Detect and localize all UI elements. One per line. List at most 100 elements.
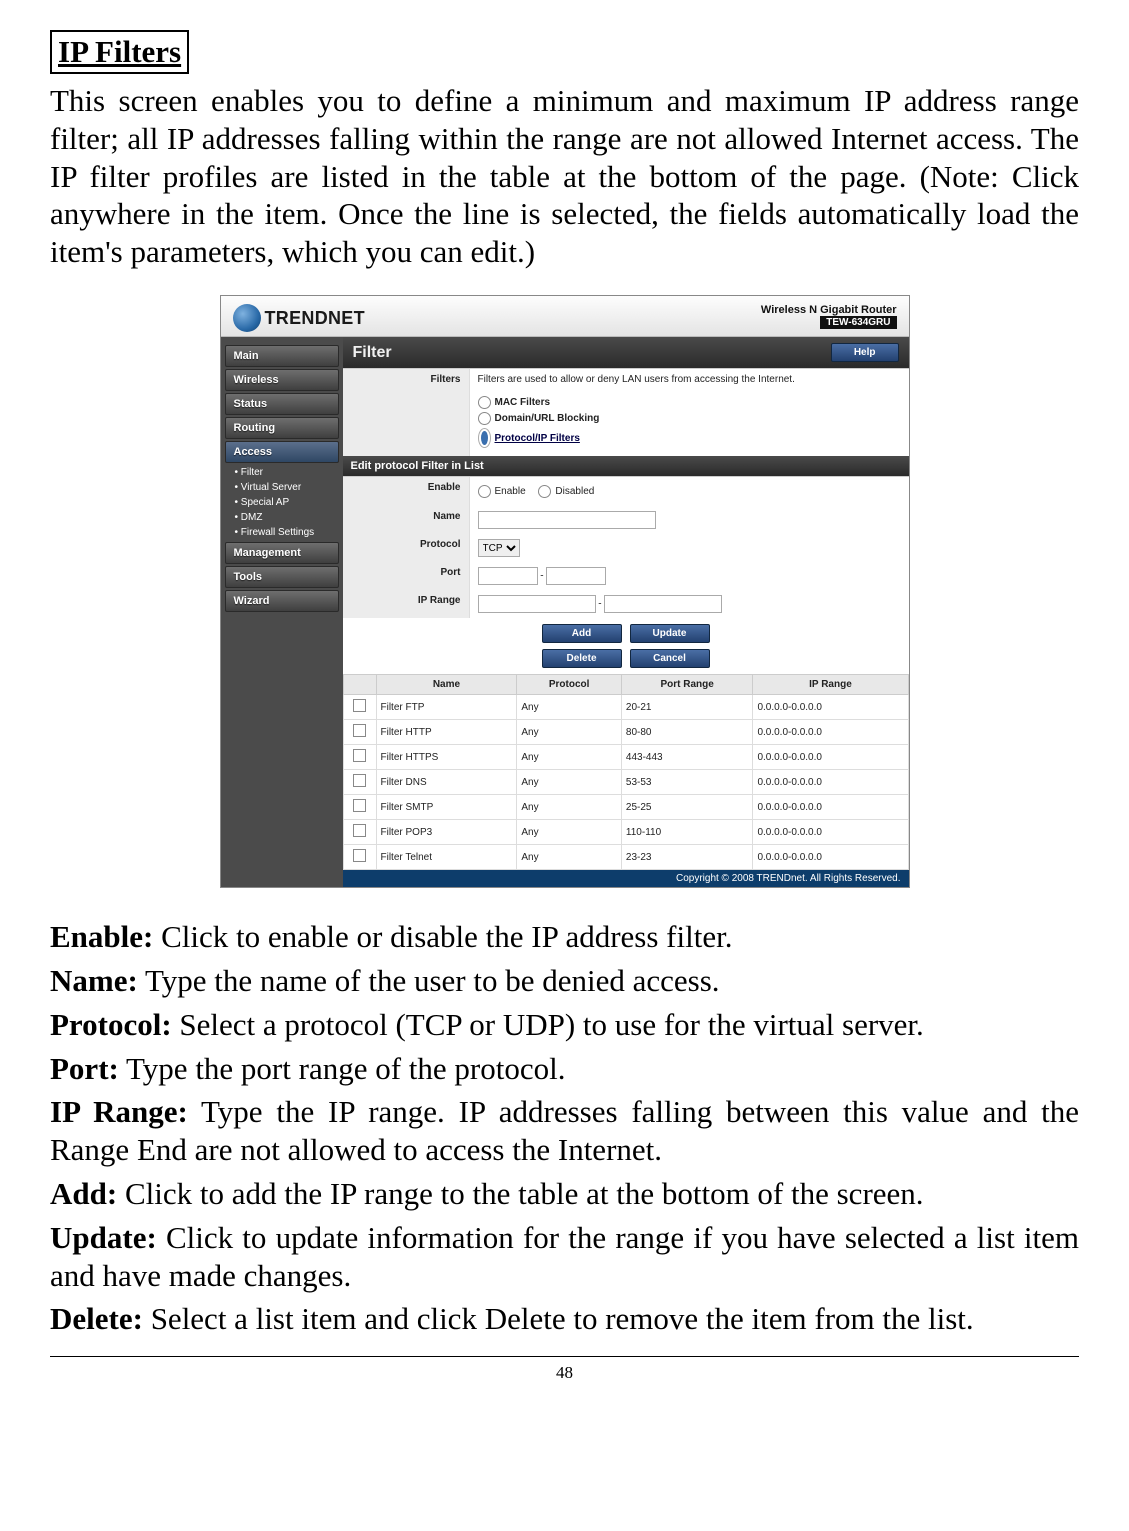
sidebar-sub-virtual-server[interactable]: Virtual Server	[221, 480, 343, 495]
def-update-label: Update:	[50, 1220, 157, 1255]
table-row[interactable]: Filter DNSAny53-530.0.0.0-0.0.0.0	[343, 770, 908, 795]
cell-protocol: Any	[517, 695, 622, 720]
port-separator: -	[540, 571, 543, 582]
row-checkbox[interactable]	[353, 724, 366, 737]
radio-icon	[478, 428, 491, 448]
iprange-end-input[interactable]	[604, 595, 722, 613]
cell-protocol: Any	[517, 720, 622, 745]
radio-protocol-ip[interactable]: Protocol/IP Filters	[478, 428, 901, 448]
port-start-input[interactable]	[478, 567, 538, 585]
def-enable-label: Enable:	[50, 919, 153, 954]
sidebar-sub-firewall[interactable]: Firewall Settings	[221, 525, 343, 540]
cell-port: 25-25	[621, 795, 753, 820]
radio-mac-label: MAC Filters	[495, 397, 551, 408]
sidebar-item-wizard[interactable]: Wizard	[225, 590, 339, 612]
def-name-text: Type the name of the user to be denied a…	[138, 963, 720, 998]
add-button[interactable]: Add	[542, 624, 622, 643]
cell-port: 53-53	[621, 770, 753, 795]
sidebar-item-main[interactable]: Main	[225, 345, 339, 367]
enable-label: Enable	[343, 477, 470, 506]
sidebar-sub-dmz[interactable]: DMZ	[221, 510, 343, 525]
cell-protocol: Any	[517, 770, 622, 795]
name-input[interactable]	[478, 511, 656, 529]
cell-port: 443-443	[621, 745, 753, 770]
footer-rule	[50, 1356, 1079, 1357]
th-port-range: Port Range	[621, 675, 753, 695]
sidebar-item-tools[interactable]: Tools	[225, 566, 339, 588]
cell-ip: 0.0.0.0-0.0.0.0	[753, 795, 908, 820]
table-row[interactable]: Filter SMTPAny25-250.0.0.0-0.0.0.0	[343, 795, 908, 820]
cell-ip: 0.0.0.0-0.0.0.0	[753, 695, 908, 720]
iprange-start-input[interactable]	[478, 595, 596, 613]
table-row[interactable]: Filter HTTPAny80-800.0.0.0-0.0.0.0	[343, 720, 908, 745]
def-name-label: Name:	[50, 963, 138, 998]
cell-name: Filter POP3	[376, 820, 517, 845]
row-checkbox[interactable]	[353, 749, 366, 762]
table-row[interactable]: Filter HTTPSAny443-4430.0.0.0-0.0.0.0	[343, 745, 908, 770]
name-label: Name	[343, 506, 470, 534]
brand-text: TRENDNET	[265, 308, 365, 329]
radio-icon	[538, 485, 551, 498]
row-checkbox[interactable]	[353, 799, 366, 812]
row-checkbox[interactable]	[353, 774, 366, 787]
cell-port: 20-21	[621, 695, 753, 720]
def-port-label: Port:	[50, 1051, 119, 1086]
th-ip-range: IP Range	[753, 675, 908, 695]
cell-protocol: Any	[517, 745, 622, 770]
delete-button[interactable]: Delete	[542, 649, 622, 668]
table-row[interactable]: Filter POP3Any110-1100.0.0.0-0.0.0.0	[343, 820, 908, 845]
model-number: TEW-634GRU	[820, 316, 896, 329]
def-enable-text: Click to enable or disable the IP addres…	[153, 919, 732, 954]
row-checkbox[interactable]	[353, 849, 366, 862]
model-info: Wireless N Gigabit Router TEW-634GRU	[761, 304, 897, 329]
radio-url-label: Domain/URL Blocking	[495, 413, 600, 424]
cell-port: 110-110	[621, 820, 753, 845]
radio-enable[interactable]: Enable	[478, 485, 526, 498]
cell-ip: 0.0.0.0-0.0.0.0	[753, 720, 908, 745]
th-name: Name	[376, 675, 517, 695]
protocol-select[interactable]: TCP	[478, 539, 520, 557]
section-heading: IP Filters	[50, 30, 189, 74]
port-end-input[interactable]	[546, 567, 606, 585]
filters-description: Filters are used to allow or deny LAN us…	[478, 374, 901, 385]
iprange-separator: -	[598, 599, 601, 610]
cancel-button[interactable]: Cancel	[630, 649, 710, 668]
radio-url-blocking[interactable]: Domain/URL Blocking	[478, 412, 901, 425]
cell-ip: 0.0.0.0-0.0.0.0	[753, 745, 908, 770]
page-title: Filter	[353, 344, 392, 362]
radio-disabled[interactable]: Disabled	[538, 485, 594, 498]
help-button[interactable]: Help	[831, 343, 899, 362]
brand-logo: TRENDNET	[233, 304, 365, 332]
sidebar-sub-filter[interactable]: Filter	[221, 465, 343, 480]
sidebar-sub-special-ap[interactable]: Special AP	[221, 495, 343, 510]
sidebar-item-access[interactable]: Access	[225, 441, 339, 463]
th-checkbox	[343, 675, 376, 695]
radio-mac-filters[interactable]: MAC Filters	[478, 396, 901, 409]
def-delete-text: Select a list item and click Delete to r…	[143, 1301, 974, 1336]
sidebar-item-routing[interactable]: Routing	[225, 417, 339, 439]
intro-paragraph: This screen enables you to define a mini…	[50, 82, 1079, 271]
row-checkbox[interactable]	[353, 824, 366, 837]
copyright: Copyright © 2008 TRENDnet. All Rights Re…	[343, 870, 909, 887]
sidebar-item-status[interactable]: Status	[225, 393, 339, 415]
cell-name: Filter FTP	[376, 695, 517, 720]
model-line: Wireless N Gigabit Router	[761, 304, 897, 316]
radio-ip-label: Protocol/IP Filters	[495, 433, 580, 444]
cell-port: 80-80	[621, 720, 753, 745]
sidebar-item-management[interactable]: Management	[225, 542, 339, 564]
cell-name: Filter DNS	[376, 770, 517, 795]
def-iprange-text: Type the IP range. IP addresses falling …	[50, 1094, 1079, 1167]
radio-icon	[478, 396, 491, 409]
cell-port: 23-23	[621, 845, 753, 870]
page-number: 48	[50, 1363, 1079, 1383]
edit-section-title: Edit protocol Filter in List	[343, 456, 909, 476]
def-add-text: Click to add the IP range to the table a…	[117, 1176, 923, 1211]
update-button[interactable]: Update	[630, 624, 710, 643]
row-checkbox[interactable]	[353, 699, 366, 712]
iprange-label: IP Range	[343, 590, 470, 618]
filters-label: Filters	[343, 369, 470, 456]
cell-name: Filter HTTP	[376, 720, 517, 745]
table-row[interactable]: Filter FTPAny20-210.0.0.0-0.0.0.0	[343, 695, 908, 720]
table-row[interactable]: Filter TelnetAny23-230.0.0.0-0.0.0.0	[343, 845, 908, 870]
sidebar-item-wireless[interactable]: Wireless	[225, 369, 339, 391]
